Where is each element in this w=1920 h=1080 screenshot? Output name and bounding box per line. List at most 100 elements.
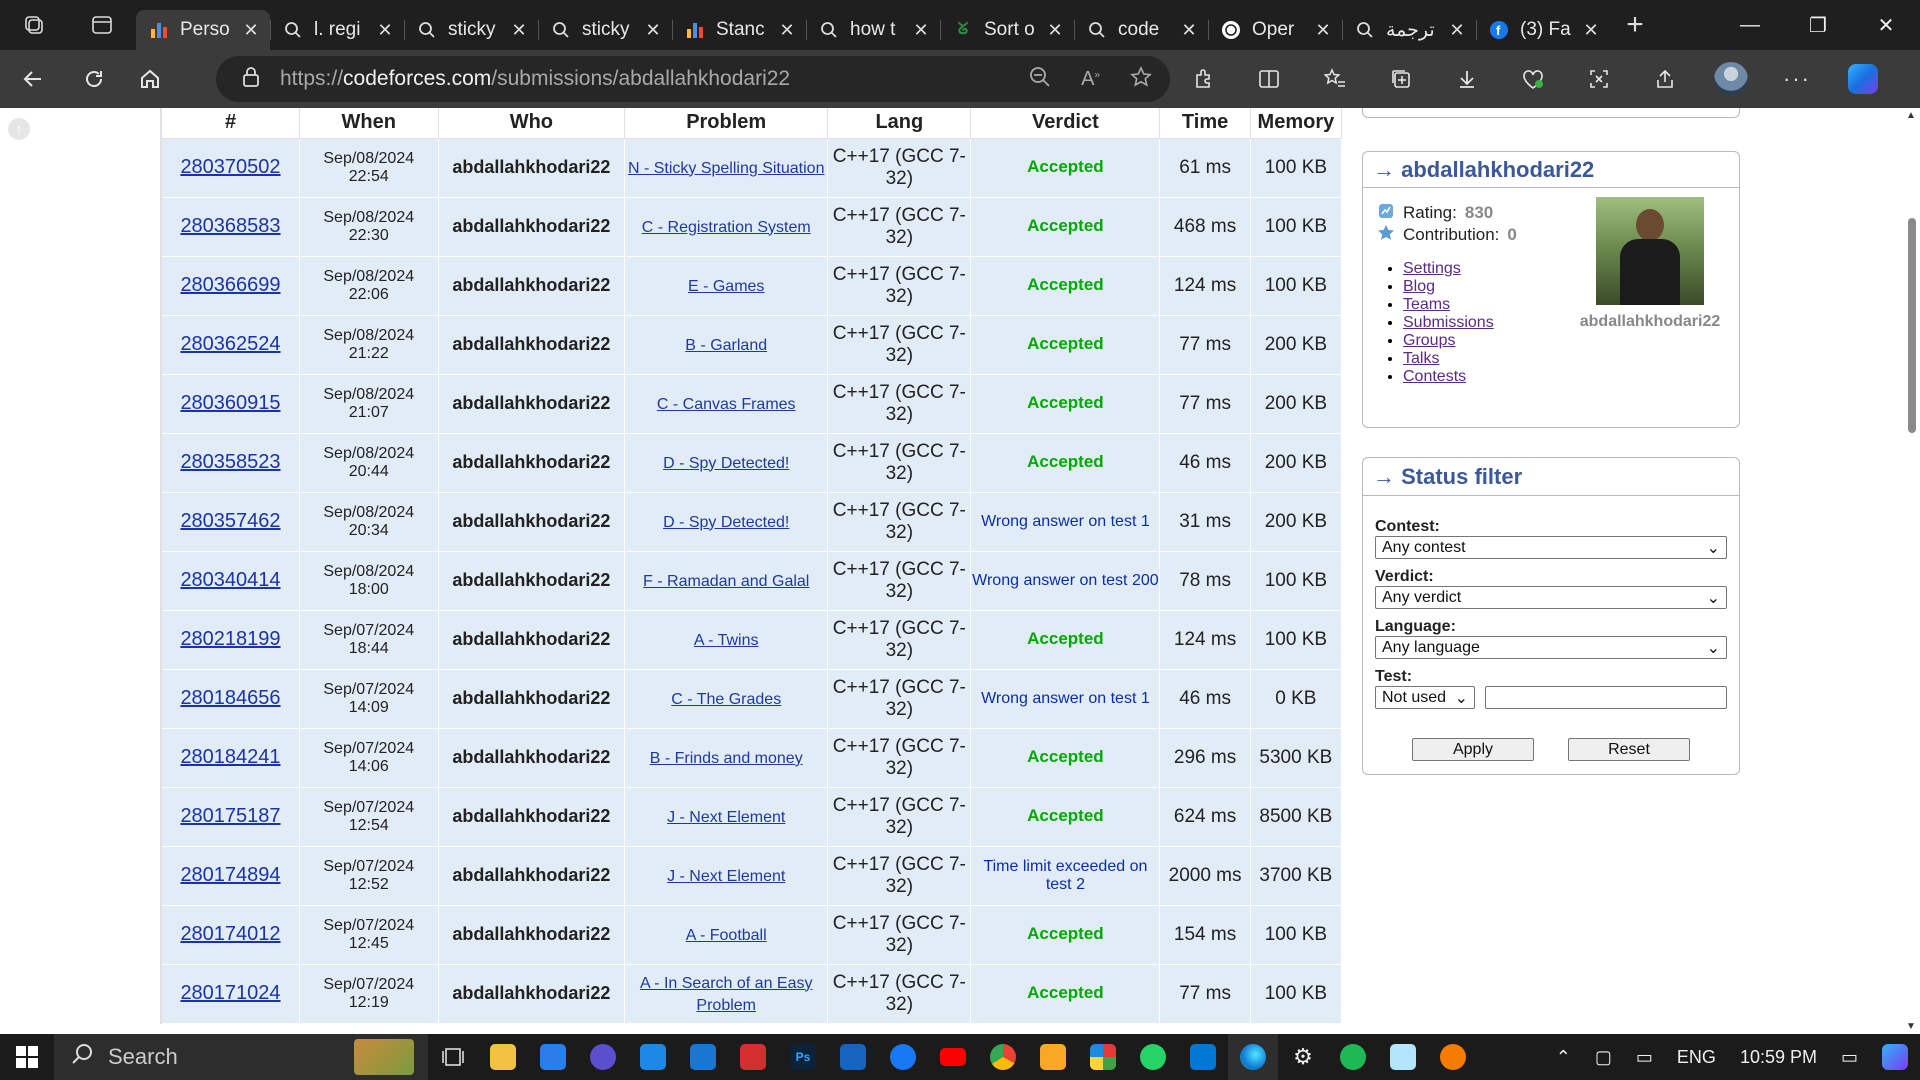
taskbar-search[interactable]: Search [54, 1034, 428, 1080]
browser-tab[interactable]: Stanc ✕ [672, 10, 806, 50]
reset-button[interactable]: Reset [1568, 738, 1690, 761]
verdict-text[interactable]: Wrong answer on test 1 [981, 513, 1150, 530]
who-cell[interactable]: abdallahkhodari22 [438, 728, 626, 788]
problem-link[interactable]: N - Sticky Spelling Situation [628, 160, 825, 177]
vscode-icon[interactable] [1178, 1034, 1228, 1080]
app-yellow-icon[interactable] [1028, 1034, 1078, 1080]
browser-tab[interactable]: Perso ✕ [136, 10, 270, 50]
microsoft-store-icon[interactable] [528, 1034, 578, 1080]
submission-id-link[interactable]: 280358523 [180, 451, 280, 473]
profile-avatar[interactable] [1698, 50, 1764, 108]
who-cell[interactable]: abdallahkhodari22 [438, 256, 626, 316]
close-tab-icon[interactable]: ✕ [1314, 20, 1332, 41]
home-icon[interactable] [122, 50, 178, 108]
close-tab-icon[interactable]: ✕ [376, 20, 394, 41]
submission-id-link[interactable]: 280174012 [180, 923, 280, 945]
close-tab-icon[interactable]: ✕ [242, 20, 260, 41]
windows-start-icon[interactable] [0, 1034, 54, 1080]
scroll-down-icon[interactable]: ▼ [1906, 1021, 1916, 1032]
lock-icon[interactable] [242, 66, 260, 93]
user-avatar[interactable] [1596, 197, 1704, 305]
verdict-select[interactable]: Any verdict ⌄ [1375, 586, 1727, 609]
media-player-icon[interactable] [578, 1034, 628, 1080]
calendar-icon[interactable] [678, 1034, 728, 1080]
spotify-icon[interactable] [1328, 1034, 1378, 1080]
verdict-text[interactable]: Accepted [1027, 275, 1104, 294]
problem-link[interactable]: A - In Search of an Easy Problem [640, 975, 813, 1014]
user-link-contests[interactable]: Contests [1403, 368, 1466, 385]
favorites-icon[interactable] [1302, 50, 1368, 108]
copilot-icon[interactable] [1830, 50, 1896, 108]
app-light-icon[interactable] [1378, 1034, 1428, 1080]
verdict-text[interactable]: Accepted [1027, 629, 1104, 648]
submission-id-link[interactable]: 280360915 [180, 392, 280, 414]
verdict-text[interactable]: Accepted [1027, 747, 1104, 766]
who-cell[interactable]: abdallahkhodari22 [438, 905, 626, 965]
minimize-button[interactable]: — [1716, 0, 1784, 50]
avatar-username[interactable]: abdallahkhodari22 [1573, 313, 1727, 331]
scrollbar-thumb[interactable] [1908, 218, 1916, 433]
who-cell[interactable]: abdallahkhodari22 [438, 787, 626, 847]
new-tab-button[interactable]: + [1610, 0, 1660, 50]
problem-link[interactable]: C - Canvas Frames [657, 396, 796, 413]
app-orange-icon[interactable] [1428, 1034, 1478, 1080]
camera-icon[interactable]: ▢ [1583, 1047, 1624, 1068]
problem-link[interactable]: J - Next Element [667, 868, 785, 885]
browser-tab[interactable]: code ✕ [1074, 10, 1208, 50]
submission-id-link[interactable]: 280175187 [180, 805, 280, 827]
screenshot-icon[interactable] [1566, 50, 1632, 108]
user-link-talks[interactable]: Talks [1403, 350, 1439, 367]
who-cell[interactable]: abdallahkhodari22 [438, 374, 626, 434]
submission-id-link[interactable]: 280370502 [180, 156, 280, 178]
submission-id-link[interactable]: 280366699 [180, 274, 280, 296]
chevron-up-icon[interactable]: ⌃ [1544, 1047, 1583, 1068]
tab-actions-icon[interactable] [68, 0, 136, 50]
apply-button[interactable]: Apply [1412, 738, 1534, 761]
verdict-text[interactable]: Accepted [1027, 393, 1104, 412]
close-tab-icon[interactable]: ✕ [912, 20, 930, 41]
verdict-text[interactable]: Time limit exceeded on test 2 [983, 858, 1147, 893]
verdict-text[interactable]: Accepted [1027, 924, 1104, 943]
url-text[interactable]: https://codeforces.com/submissions/abdal… [280, 67, 790, 91]
app-grid-icon[interactable] [1078, 1034, 1128, 1080]
close-tab-icon[interactable]: ✕ [1180, 20, 1198, 41]
collections-icon[interactable] [1368, 50, 1434, 108]
task-view-icon[interactable] [428, 1034, 478, 1080]
app-blue-icon[interactable] [628, 1034, 678, 1080]
user-link-teams[interactable]: Teams [1403, 296, 1450, 313]
verdict-text[interactable]: Wrong answer on test 1 [981, 690, 1150, 707]
split-screen-icon[interactable] [1236, 50, 1302, 108]
refresh-icon[interactable] [66, 50, 122, 108]
verdict-text[interactable]: Accepted [1027, 157, 1104, 176]
who-cell[interactable]: abdallahkhodari22 [438, 610, 626, 670]
chrome-icon[interactable] [978, 1034, 1028, 1080]
who-cell[interactable]: abdallahkhodari22 [438, 197, 626, 257]
copilot-tray-icon[interactable] [1870, 1044, 1920, 1070]
verdict-text[interactable]: Accepted [1027, 806, 1104, 825]
user-box-title[interactable]: → abdallahkhodari22 [1363, 152, 1739, 188]
problem-link[interactable]: B - Frinds and money [650, 750, 803, 767]
problem-link[interactable]: E - Games [688, 278, 764, 295]
problem-link[interactable]: D - Spy Detected! [663, 455, 789, 472]
submission-id-link[interactable]: 280357462 [180, 510, 280, 532]
verdict-text[interactable]: Accepted [1027, 983, 1104, 1002]
battery-icon[interactable]: ▭ [1624, 1047, 1665, 1068]
browser-tab[interactable]: ترجمة ✕ [1342, 10, 1476, 50]
workspaces-icon[interactable] [0, 0, 68, 50]
scroll-up-icon[interactable]: ▲ [1906, 110, 1916, 121]
who-cell[interactable]: abdallahkhodari22 [438, 138, 626, 198]
file-explorer-icon[interactable] [478, 1034, 528, 1080]
browser-tab[interactable]: how t ✕ [806, 10, 940, 50]
submission-id-link[interactable]: 280184241 [180, 746, 280, 768]
close-tab-icon[interactable]: ✕ [1448, 20, 1466, 41]
whatsapp-icon[interactable] [1128, 1034, 1178, 1080]
test-select[interactable]: Not used ⌄ [1375, 686, 1475, 709]
problem-link[interactable]: J - Next Element [667, 809, 785, 826]
problem-link[interactable]: A - Twins [694, 632, 759, 649]
verdict-text[interactable]: Wrong answer on test 200 [972, 572, 1158, 589]
user-link-blog[interactable]: Blog [1403, 278, 1435, 295]
problem-link[interactable]: D - Spy Detected! [663, 514, 789, 531]
back-icon[interactable] [0, 50, 66, 108]
share-icon[interactable] [1632, 50, 1698, 108]
verdict-text[interactable]: Accepted [1027, 334, 1104, 353]
